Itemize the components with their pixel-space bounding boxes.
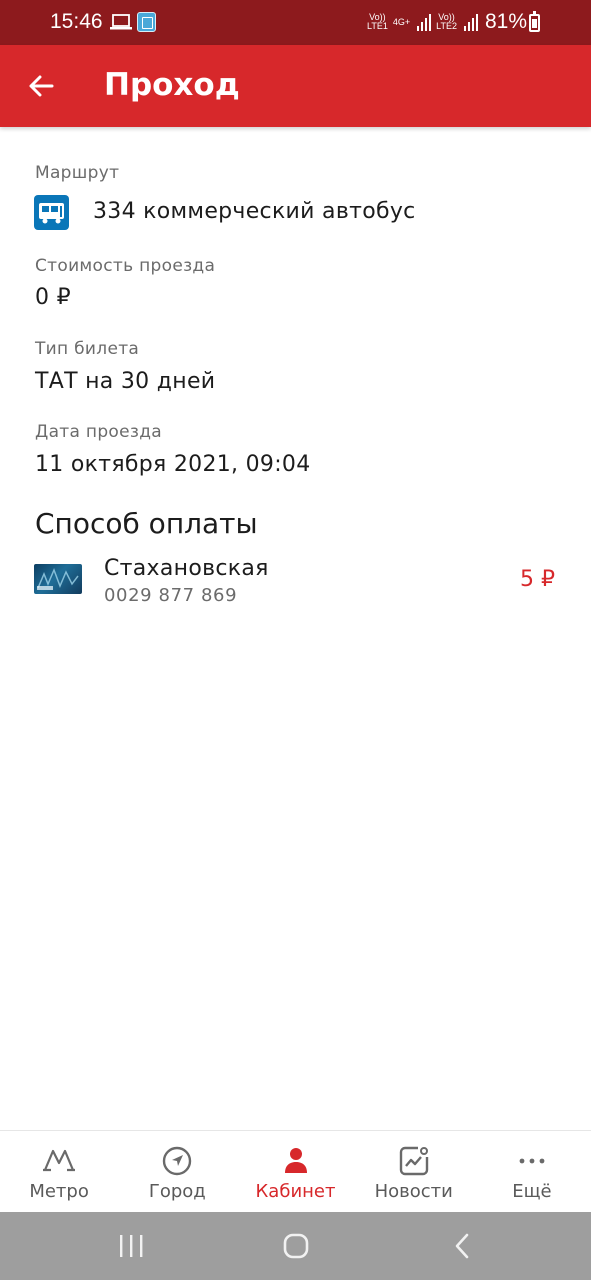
metro-icon bbox=[43, 1149, 76, 1172]
card-name[interactable]: Стахановская bbox=[104, 556, 269, 581]
recent-apps-button[interactable] bbox=[114, 1229, 148, 1263]
back-button[interactable] bbox=[18, 63, 64, 109]
fare-label: Стоимость проезда bbox=[35, 256, 216, 276]
nav-label-news: Новости bbox=[374, 1181, 453, 1202]
news-icon bbox=[399, 1146, 428, 1176]
bottom-navigation: Метро Город Кабинет Новости Ещё bbox=[0, 1130, 591, 1212]
status-time: 15:46 bbox=[50, 10, 103, 33]
network-lte2: Vo)) LTE2 bbox=[436, 12, 457, 31]
transport-card-image[interactable] bbox=[34, 564, 82, 594]
route-value: 334 коммерческий автобус bbox=[93, 199, 416, 224]
network-lte1: Vo)) LTE1 bbox=[367, 12, 388, 31]
signal-icon bbox=[415, 13, 432, 31]
system-navigation-bar bbox=[0, 1212, 591, 1280]
bus-icon bbox=[34, 195, 69, 230]
recent-apps-icon bbox=[120, 1235, 143, 1257]
person-icon bbox=[284, 1148, 307, 1173]
nav-label-more: Ещё bbox=[512, 1181, 552, 1202]
home-button[interactable] bbox=[279, 1229, 313, 1263]
nav-label-metro: Метро bbox=[29, 1181, 89, 1202]
payment-section-title: Способ оплаты bbox=[35, 507, 258, 540]
laptop-icon bbox=[110, 14, 132, 30]
nav-item-metro[interactable]: Метро bbox=[0, 1131, 118, 1212]
system-back-button[interactable] bbox=[445, 1229, 479, 1263]
status-right: Vo)) LTE1 4G+ Vo)) LTE2 81% bbox=[367, 8, 527, 36]
app-notification-icon bbox=[137, 12, 156, 32]
nav-label-cabinet: Кабинет bbox=[255, 1181, 336, 1202]
nav-item-city[interactable]: Город bbox=[118, 1131, 236, 1212]
status-bar: 15:46 Vo)) LTE1 4G+ Vo)) LTE2 81% bbox=[0, 0, 591, 45]
card-number: 0029 877 869 bbox=[104, 585, 238, 606]
date-value: 11 октября 2021, 09:04 bbox=[35, 452, 311, 477]
network-type: 4G+ bbox=[392, 16, 411, 27]
chevron-left-icon bbox=[455, 1233, 469, 1259]
battery-percent: 81% bbox=[484, 10, 527, 33]
app-bar: Проход bbox=[0, 45, 591, 127]
battery-icon bbox=[529, 11, 540, 32]
arrow-left-icon bbox=[29, 75, 54, 97]
ticket-type-label: Тип билета bbox=[35, 339, 140, 359]
nav-item-more[interactable]: Ещё bbox=[473, 1131, 591, 1212]
page-title: Проход bbox=[104, 67, 240, 103]
date-label: Дата проезда bbox=[35, 422, 162, 442]
navigation-icon bbox=[163, 1146, 192, 1176]
signal-icon-2 bbox=[462, 13, 478, 31]
more-icon bbox=[519, 1158, 545, 1164]
nav-item-cabinet[interactable]: Кабинет bbox=[236, 1131, 354, 1212]
route-label: Маршрут bbox=[35, 163, 120, 183]
fare-value: 0 ₽ bbox=[35, 285, 71, 310]
nav-item-news[interactable]: Новости bbox=[355, 1131, 473, 1212]
payment-amount: 5 ₽ bbox=[520, 567, 555, 592]
ticket-type-value: ТАТ на 30 дней bbox=[35, 369, 216, 394]
home-icon bbox=[283, 1233, 309, 1259]
nav-label-city: Город bbox=[148, 1181, 206, 1202]
